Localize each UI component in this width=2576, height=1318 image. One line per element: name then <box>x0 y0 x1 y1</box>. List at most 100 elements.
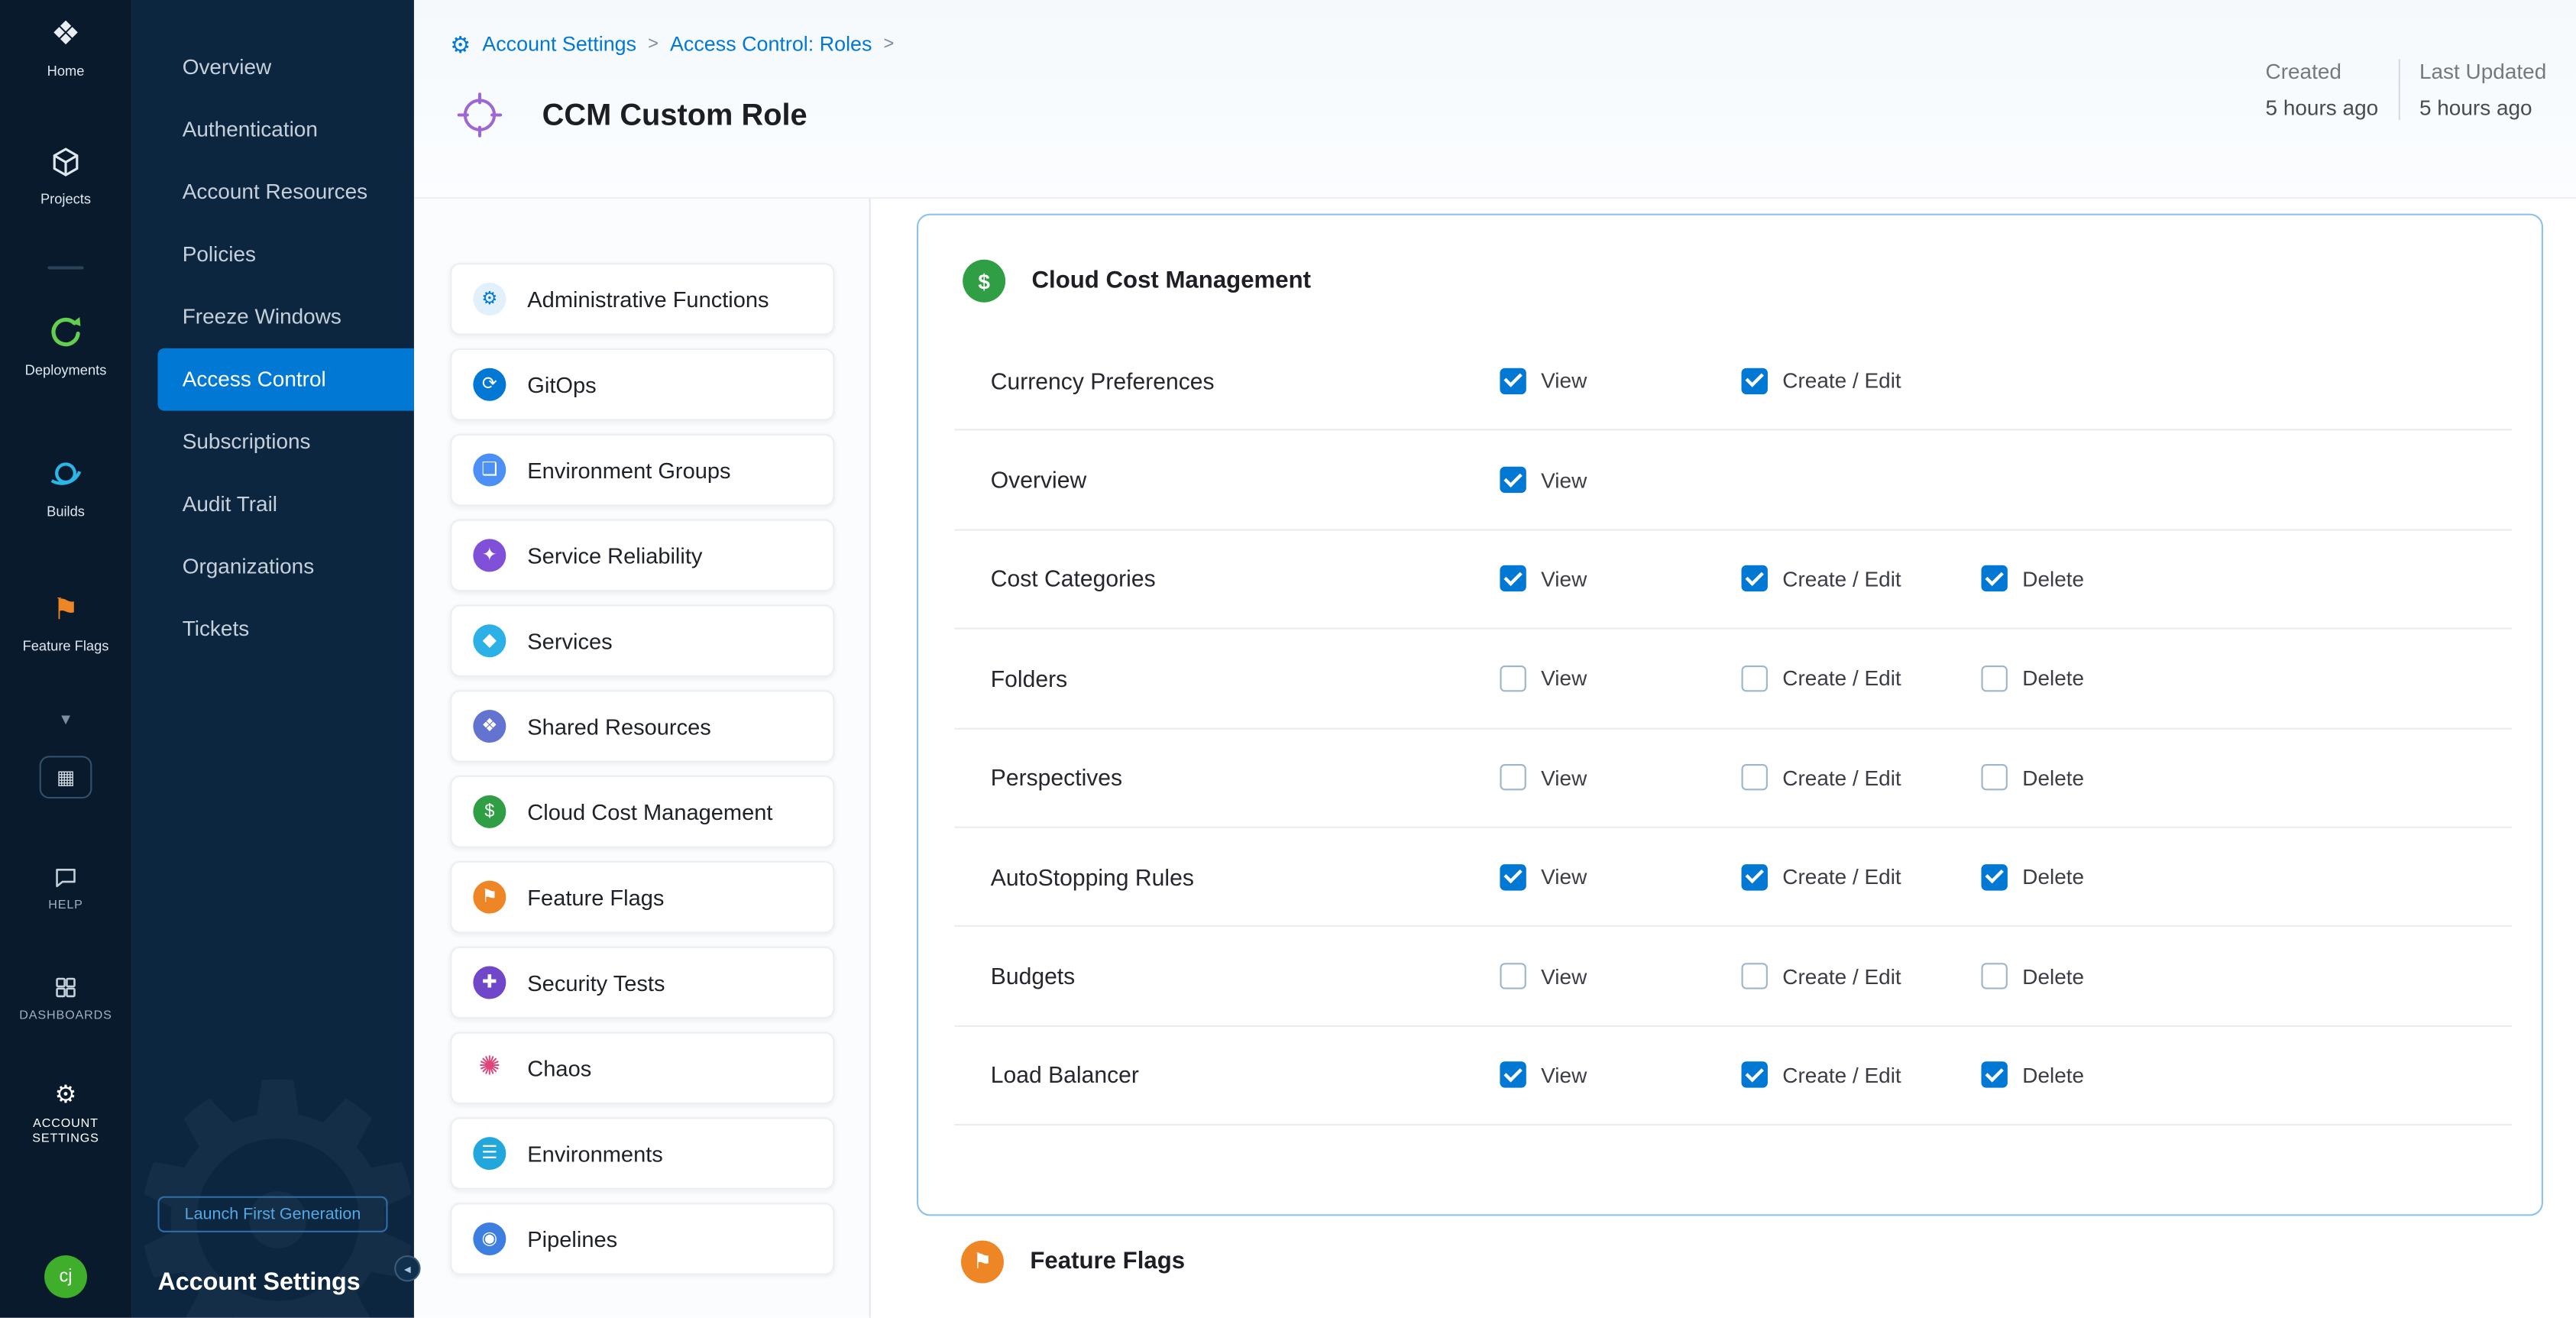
settings-nav-item-freeze-windows[interactable]: Freeze Windows <box>131 286 414 348</box>
create-edit-checkbox[interactable] <box>1742 566 1768 592</box>
feature-flags-module-icon: ⚑ <box>53 591 79 627</box>
permission-cell-view: View <box>1500 665 1587 691</box>
view-checkbox[interactable] <box>1500 665 1526 691</box>
create-edit-checkbox[interactable] <box>1742 765 1768 791</box>
help-button[interactable]: HELP <box>15 864 116 912</box>
module-grid-button[interactable]: ▦ <box>40 756 92 798</box>
role-target-icon <box>455 90 505 140</box>
module-feature-flags[interactable]: ⚑ Feature Flags <box>0 591 131 654</box>
settings-nav-item-policies[interactable]: Policies <box>131 223 414 286</box>
view-label: View <box>1541 468 1587 492</box>
resource-item-environments[interactable]: ☰ Environments <box>450 1117 834 1190</box>
permission-row-perspectives: Perspectives View Create / Edit Delete <box>954 729 2512 828</box>
view-checkbox[interactable] <box>1500 467 1526 493</box>
settings-nav-item-overview[interactable]: Overview <box>131 36 414 99</box>
module-builds[interactable]: Builds <box>0 454 131 520</box>
resource-item-administrative-functions[interactable]: ⚙ Administrative Functions <box>450 263 834 335</box>
main-content: ⚙ Account Settings > Access Control: Rol… <box>414 0 2576 1318</box>
view-label: View <box>1541 567 1587 591</box>
resource-item-shared-resources[interactable]: ❖ Shared Resources <box>450 690 834 763</box>
permission-cell-delete: Delete <box>1982 566 2085 592</box>
delete-label: Delete <box>2022 864 2084 889</box>
view-checkbox[interactable] <box>1500 566 1526 592</box>
chaos-icon: ✺ <box>473 1051 506 1084</box>
resource-item-security-tests[interactable]: ✚ Security Tests <box>450 947 834 1019</box>
resource-item-environment-groups[interactable]: ❏ Environment Groups <box>450 434 834 507</box>
settings-nav-item-account-resources[interactable]: Account Resources <box>131 161 414 224</box>
resource-item-pipelines[interactable]: ◉ Pipelines <box>450 1203 834 1275</box>
help-chat-icon <box>53 864 79 890</box>
resource-item-feature-flags[interactable]: ⚑ Feature Flags <box>450 861 834 934</box>
breadcrumb-separator-icon: > <box>648 34 659 54</box>
view-checkbox[interactable] <box>1500 963 1526 989</box>
create-edit-label: Create / Edit <box>1782 666 1901 691</box>
permission-row-load-balancer: Load Balancer View Create / Edit Delete <box>954 1026 2512 1125</box>
view-label: View <box>1541 963 1587 988</box>
permission-cell-view: View <box>1500 765 1587 791</box>
create-edit-label: Create / Edit <box>1782 864 1901 889</box>
module-projects[interactable]: Projects <box>0 144 131 207</box>
permission-cell-create-edit: Create / Edit <box>1742 665 1901 691</box>
permission-row-label: Load Balancer <box>991 1062 1139 1088</box>
settings-nav-item-subscriptions[interactable]: Subscriptions <box>131 411 414 474</box>
create-edit-checkbox[interactable] <box>1742 665 1768 691</box>
resource-item-gitops[interactable]: ⟳ GitOps <box>450 348 834 421</box>
permission-row-label: AutoStopping Rules <box>991 863 1194 889</box>
chevron-down-icon[interactable]: ▾ <box>61 710 70 730</box>
account-settings-button[interactable]: ⚙ ACCOUNT SETTINGS <box>15 1083 116 1146</box>
delete-checkbox[interactable] <box>1982 665 2008 691</box>
resource-label: Feature Flags <box>527 885 664 909</box>
breadcrumb-account-settings[interactable]: Account Settings <box>482 33 636 56</box>
permission-cell-view: View <box>1500 963 1587 989</box>
resource-item-cloud-cost-management[interactable]: $ Cloud Cost Management <box>450 776 834 848</box>
avatar[interactable]: cj <box>44 1255 87 1298</box>
module-home[interactable]: ❖ Home <box>0 17 131 79</box>
delete-checkbox[interactable] <box>1982 863 2008 889</box>
module-deployments[interactable]: Deployments <box>0 312 131 378</box>
view-checkbox[interactable] <box>1500 765 1526 791</box>
feature-flags-section-icon: ⚑ <box>961 1241 1004 1284</box>
permission-row-label: Cost Categories <box>991 566 1156 592</box>
resource-label: Chaos <box>527 1056 591 1080</box>
collapse-sidebar-button[interactable]: ◂ <box>394 1255 420 1281</box>
view-checkbox[interactable] <box>1500 1062 1526 1088</box>
cloud-cost-management-icon: $ <box>473 795 506 828</box>
view-checkbox[interactable] <box>1500 368 1526 393</box>
settings-nav-item-audit-trail[interactable]: Audit Trail <box>131 473 414 536</box>
create-edit-checkbox[interactable] <box>1742 368 1768 393</box>
delete-checkbox[interactable] <box>1982 765 2008 791</box>
breadcrumb-access-control-roles[interactable]: Access Control: Roles <box>670 33 872 56</box>
resource-item-services[interactable]: ◆ Services <box>450 604 834 677</box>
settings-nav-item-authentication[interactable]: Authentication <box>131 99 414 161</box>
permission-cell-view: View <box>1500 566 1587 592</box>
settings-nav-item-access-control[interactable]: Access Control <box>157 348 413 411</box>
dashboards-button[interactable]: DASHBOARDS <box>15 975 116 1023</box>
permission-cell-delete: Delete <box>1982 665 2085 691</box>
delete-label: Delete <box>2022 567 2084 591</box>
delete-checkbox[interactable] <box>1982 963 2008 989</box>
module-grid-icon: ▦ <box>57 766 75 789</box>
settings-nav-item-tickets[interactable]: Tickets <box>131 598 414 661</box>
create-edit-checkbox[interactable] <box>1742 1062 1768 1088</box>
permission-row-folders: Folders View Create / Edit Delete <box>954 630 2512 729</box>
delete-checkbox[interactable] <box>1982 566 2008 592</box>
view-checkbox[interactable] <box>1500 863 1526 889</box>
permission-cell-delete: Delete <box>1982 765 2085 791</box>
permission-cell-create-edit: Create / Edit <box>1742 765 1901 791</box>
settings-nav-title: Account Settings <box>157 1268 360 1297</box>
view-label: View <box>1541 1063 1587 1087</box>
permission-cell-create-edit: Create / Edit <box>1742 863 1901 889</box>
settings-gear-icon: ⚙ <box>450 33 471 56</box>
create-edit-checkbox[interactable] <box>1742 863 1768 889</box>
resource-label: Services <box>527 629 612 653</box>
permission-cell-delete: Delete <box>1982 1062 2085 1088</box>
created-value: 5 hours ago <box>2266 96 2379 120</box>
launch-first-generation-button[interactable]: Launch First Generation <box>157 1197 387 1232</box>
delete-checkbox[interactable] <box>1982 1062 2008 1088</box>
create-edit-checkbox[interactable] <box>1742 963 1768 989</box>
permission-row-budgets: Budgets View Create / Edit Delete <box>954 928 2512 1027</box>
resource-item-service-reliability[interactable]: ✦ Service Reliability <box>450 520 834 592</box>
settings-nav-item-organizations[interactable]: Organizations <box>131 536 414 598</box>
breadcrumb-separator-icon: > <box>883 34 894 54</box>
resource-item-chaos[interactable]: ✺ Chaos <box>450 1032 834 1105</box>
